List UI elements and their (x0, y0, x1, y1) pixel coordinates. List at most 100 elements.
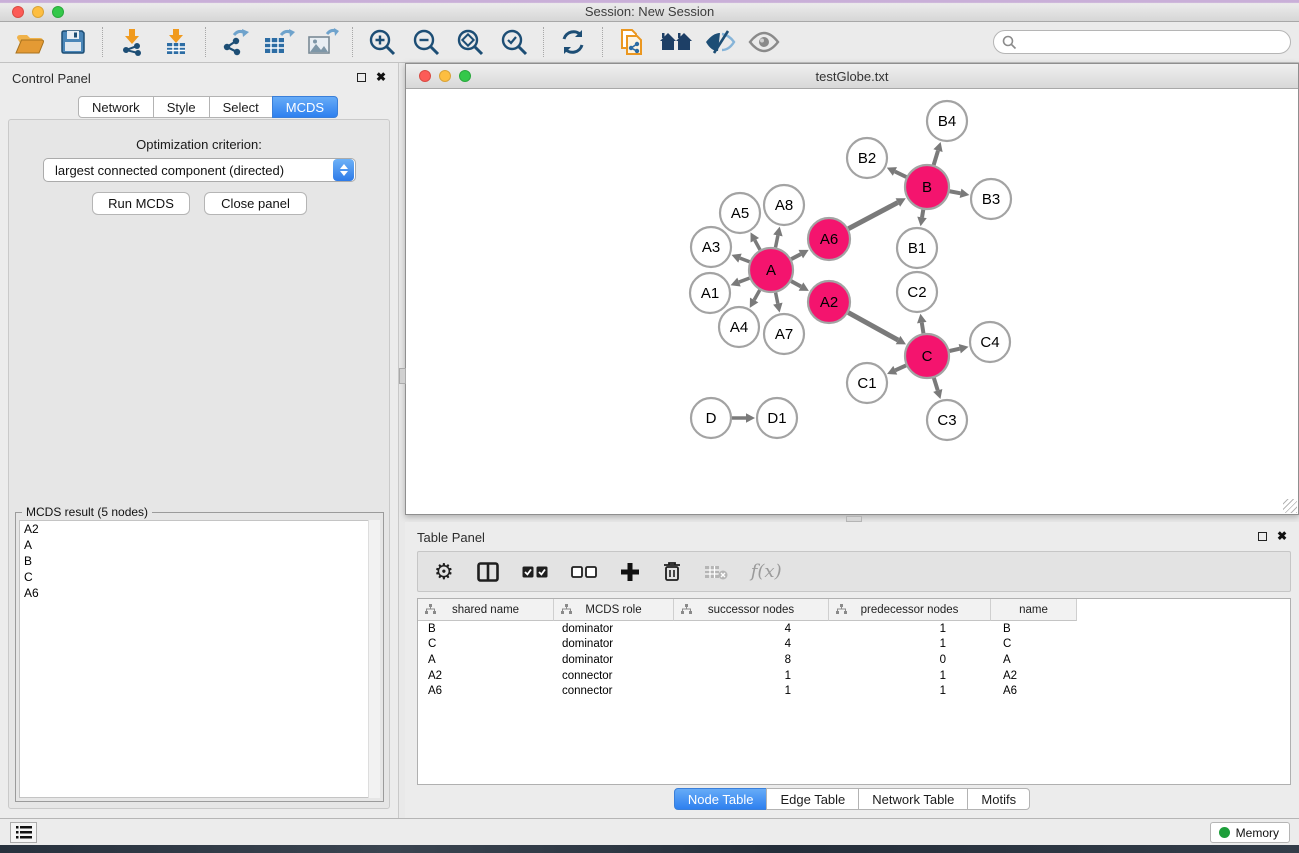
deselect-all-columns-icon[interactable] (571, 566, 597, 578)
edge-B-B3[interactable] (950, 191, 961, 193)
table-float-panel-icon[interactable] (1258, 532, 1267, 541)
mcds-result-item[interactable]: A (20, 537, 379, 553)
close-panel-icon[interactable]: ✖ (376, 72, 386, 82)
table-cell[interactable]: A6 (991, 685, 1077, 697)
run-mcds-button[interactable]: Run MCDS (92, 192, 190, 215)
mcds-list-scrollbar[interactable] (368, 520, 380, 798)
edge-B-B4[interactable] (934, 151, 938, 165)
edge-B-B2[interactable] (895, 171, 906, 177)
memory-button[interactable]: Memory (1210, 822, 1290, 843)
column-header-successor-nodes[interactable]: successor nodes (674, 599, 829, 621)
mcds-result-item[interactable]: B (20, 553, 379, 569)
edge-A-A6[interactable] (791, 254, 800, 259)
table-cell[interactable]: B (418, 623, 554, 635)
edge-A-A3[interactable] (740, 258, 750, 262)
edge-A2-C[interactable] (848, 313, 898, 340)
float-panel-icon[interactable] (357, 73, 366, 82)
import-table-icon[interactable] (159, 26, 193, 58)
edge-A-A5[interactable] (755, 240, 760, 250)
table-cell[interactable]: dominator (554, 623, 674, 635)
table-cell[interactable]: A (991, 654, 1077, 666)
table-cell[interactable]: A2 (418, 670, 554, 682)
zoom-selected-icon[interactable] (497, 26, 531, 58)
table-cell[interactable]: 8 (674, 654, 829, 666)
table-row[interactable]: Adominator80A (418, 652, 1290, 668)
function-builder-icon[interactable]: f(x) (751, 561, 782, 582)
split-view-icon[interactable] (477, 562, 499, 582)
edge-C-C3[interactable] (934, 378, 938, 390)
tab-network[interactable]: Network (78, 96, 154, 118)
table-cell[interactable]: 0 (829, 654, 991, 666)
table-cell[interactable]: 1 (829, 638, 991, 650)
open-session-icon[interactable] (12, 26, 46, 58)
edge-C-C4[interactable] (949, 349, 959, 351)
delete-table-icon[interactable] (704, 564, 728, 580)
edge-A-A7[interactable] (776, 293, 778, 304)
column-header-shared-name[interactable]: shared name (418, 599, 554, 621)
table-cell[interactable]: connector (554, 670, 674, 682)
delete-columns-icon[interactable] (663, 561, 681, 582)
column-header-predecessor-nodes[interactable]: predecessor nodes (829, 599, 991, 621)
tab-mcds[interactable]: MCDS (272, 96, 338, 118)
table-cell[interactable]: 4 (674, 638, 829, 650)
import-network-icon[interactable] (115, 26, 149, 58)
criterion-select[interactable]: largest connected component (directed) (43, 158, 356, 182)
mcds-result-list[interactable]: A2ABCA6 (19, 520, 380, 798)
tab-select[interactable]: Select (209, 96, 273, 118)
node-table[interactable]: shared nameMCDS rolesuccessor nodesprede… (417, 598, 1291, 785)
table-cell[interactable]: 1 (829, 623, 991, 635)
home-views-icon[interactable] (659, 26, 693, 58)
table-close-panel-icon[interactable]: ✖ (1277, 531, 1287, 541)
table-cell[interactable]: 1 (674, 670, 829, 682)
clone-network-icon[interactable] (615, 26, 649, 58)
tab-node-table[interactable]: Node Table (674, 788, 768, 810)
search-input[interactable] (993, 30, 1291, 54)
table-cell[interactable]: A2 (991, 670, 1077, 682)
table-row[interactable]: A2connector11A2 (418, 668, 1290, 684)
edge-C-C1[interactable] (895, 365, 906, 370)
table-cell[interactable]: A6 (418, 685, 554, 697)
table-cell[interactable]: connector (554, 685, 674, 697)
mcds-result-item[interactable]: C (20, 569, 379, 585)
resize-grip[interactable] (1283, 499, 1297, 513)
table-cell[interactable]: A (418, 654, 554, 666)
table-row[interactable]: A6connector11A6 (418, 683, 1290, 699)
column-header-MCDS-role[interactable]: MCDS role (554, 599, 674, 621)
mcds-result-item[interactable]: A2 (20, 521, 379, 537)
export-table-icon[interactable] (262, 26, 296, 58)
tab-edge-table[interactable]: Edge Table (766, 788, 859, 810)
zoom-out-icon[interactable] (409, 26, 443, 58)
edge-A-A1[interactable] (739, 278, 749, 282)
edge-A6-B[interactable] (848, 202, 897, 228)
table-row[interactable]: Bdominator41B (418, 621, 1290, 637)
table-cell[interactable]: dominator (554, 638, 674, 650)
edge-A-A8[interactable] (776, 235, 778, 247)
show-all-icon[interactable] (747, 26, 781, 58)
table-cell[interactable]: 1 (674, 685, 829, 697)
mcds-result-item[interactable]: A6 (20, 585, 379, 601)
table-cell[interactable]: B (991, 623, 1077, 635)
edge-B-B1[interactable] (922, 210, 923, 218)
table-cell[interactable]: C (418, 638, 554, 650)
refresh-view-icon[interactable] (556, 26, 590, 58)
table-cell[interactable]: 4 (674, 623, 829, 635)
select-all-columns-icon[interactable] (522, 566, 548, 578)
edge-A-A2[interactable] (791, 281, 801, 286)
table-cell[interactable]: dominator (554, 654, 674, 666)
close-panel-button[interactable]: Close panel (204, 192, 307, 215)
add-column-icon[interactable] (620, 562, 640, 582)
save-session-icon[interactable] (56, 26, 90, 58)
table-row[interactable]: Cdominator41C (418, 637, 1290, 653)
tab-style[interactable]: Style (153, 96, 210, 118)
tab-motifs[interactable]: Motifs (967, 788, 1030, 810)
tab-network-table[interactable]: Network Table (858, 788, 968, 810)
zoom-in-icon[interactable] (365, 26, 399, 58)
table-cell[interactable]: 1 (829, 670, 991, 682)
table-cell[interactable]: C (991, 638, 1077, 650)
column-header-name[interactable]: name (991, 599, 1077, 621)
edge-C-C2[interactable] (922, 323, 924, 334)
export-network-icon[interactable] (218, 26, 252, 58)
table-cell[interactable]: 1 (829, 685, 991, 697)
hide-toggle-icon[interactable] (703, 26, 737, 58)
zoom-fit-icon[interactable] (453, 26, 487, 58)
